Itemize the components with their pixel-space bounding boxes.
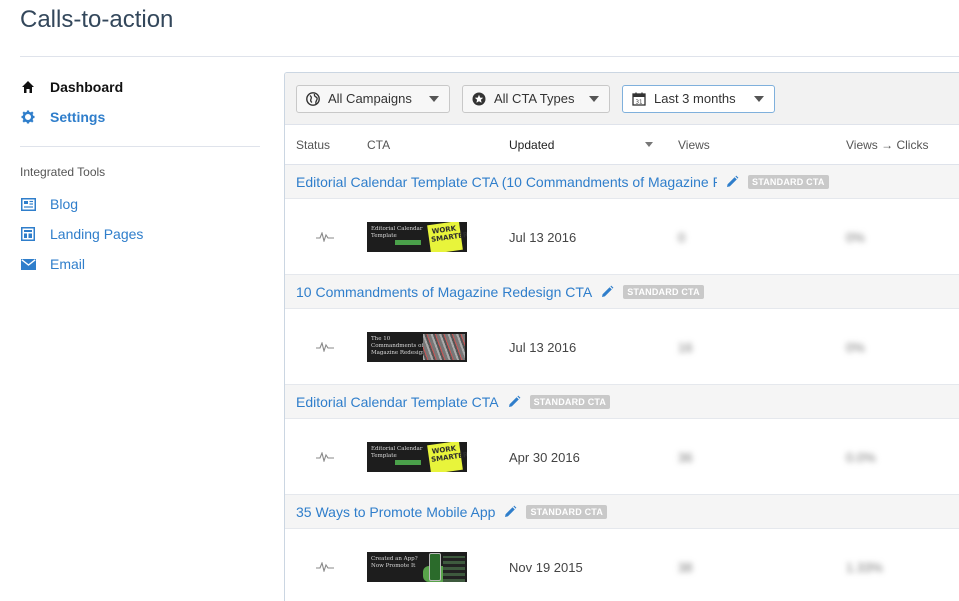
standard-cta-badge: STANDARD CTA <box>623 284 704 299</box>
chevron-down-icon <box>754 95 764 102</box>
sidebar-item-label: Landing Pages <box>50 226 144 242</box>
thumbnail-shelf <box>443 556 465 582</box>
pencil-icon[interactable] <box>600 285 614 299</box>
thumbnail-note: WORK SMARTER <box>427 442 467 472</box>
thumbnail-accent <box>395 460 421 465</box>
views-count: 36 <box>678 450 693 465</box>
sidebar-item-settings[interactable]: Settings <box>20 102 260 132</box>
table-row: The 10 Commandments of Magazine Redesign… <box>285 309 959 385</box>
cta-thumbnail[interactable]: Created an App? Now Promote It <box>367 552 467 582</box>
globe-icon <box>306 91 320 106</box>
updated-date: Nov 19 2015 <box>509 560 583 575</box>
title-divider <box>20 56 959 57</box>
standard-cta-badge: STANDARD CTA <box>748 174 829 189</box>
thumbnail-text: Editorial Calendar Template <box>371 446 423 459</box>
sidebar-item-landing-pages[interactable]: Landing Pages <box>20 219 260 249</box>
thumbnail-accent <box>395 240 421 245</box>
sidebar-item-email[interactable]: Email <box>20 249 260 279</box>
campaigns-dropdown-label: All Campaigns <box>328 91 412 106</box>
sidebar-item-label: Dashboard <box>50 79 124 95</box>
cta-thumbnail[interactable]: The 10 Commandments of Magazine Redesign <box>367 332 467 362</box>
home-icon <box>20 79 36 95</box>
chevron-down-icon <box>429 95 439 102</box>
standard-cta-badge: STANDARD CTA <box>526 504 608 519</box>
page-title: Calls-to-action <box>20 6 174 33</box>
views-count: 38 <box>678 560 693 575</box>
star-badge-icon <box>472 92 486 106</box>
sidebar: Dashboard Settings Integrated Tools Blog… <box>20 72 260 279</box>
table-row: Editorial Calendar Template WORK SMARTER… <box>285 199 959 275</box>
activity-icon <box>316 342 334 352</box>
updated-date: Jul 13 2016 <box>509 230 577 245</box>
views-count: 0 <box>678 230 686 245</box>
column-header-cta[interactable]: CTA <box>367 138 390 152</box>
views-clicks-rate: 0.0% <box>846 450 876 465</box>
updated-date: Jul 13 2016 <box>509 340 577 355</box>
blog-icon <box>20 196 36 212</box>
cta-name-link[interactable]: 35 Ways to Promote Mobile App <box>296 504 495 520</box>
views-clicks-rate: 0% <box>846 340 865 355</box>
views-count: 16 <box>678 340 693 355</box>
sidebar-item-label: Blog <box>50 196 79 212</box>
cta-thumbnail[interactable]: Editorial Calendar Template WORK SMARTER <box>367 222 467 252</box>
date-range-dropdown-label: Last 3 months <box>654 91 736 106</box>
thumbnail-text: Editorial Calendar Template <box>371 226 423 239</box>
tools-heading: Integrated Tools <box>20 165 106 179</box>
phone-graphic <box>429 553 441 581</box>
standard-cta-badge: STANDARD CTA <box>529 394 611 409</box>
campaigns-dropdown[interactable]: All Campaigns <box>296 84 450 113</box>
landing-pages-icon <box>20 226 36 242</box>
date-range-dropdown[interactable]: 31 Last 3 months <box>622 84 775 113</box>
sidebar-divider <box>20 146 260 147</box>
views-clicks-rate: 1.33% <box>846 560 883 575</box>
calendar-icon: 31 <box>632 92 646 106</box>
cta-group-header: 35 Ways to Promote Mobile App STANDARD C… <box>285 495 959 529</box>
cta-group-header: 10 Commandments of Magazine Redesign CTA… <box>285 275 959 309</box>
cta-name-link[interactable]: 10 Commandments of Magazine Redesign CTA <box>296 284 592 300</box>
svg-text:31: 31 <box>636 99 643 105</box>
cta-group-header: Editorial Calendar Template CTA (10 Comm… <box>285 165 959 199</box>
filter-bar: All Campaigns All CTA Types 31 Last 3 mo… <box>285 73 959 125</box>
activity-icon <box>316 452 334 462</box>
gear-icon <box>20 109 36 125</box>
thumbnail-text: Created an App? Now Promote It <box>371 556 418 569</box>
updated-date: Apr 30 2016 <box>509 450 580 465</box>
sidebar-item-blog[interactable]: Blog <box>20 189 260 219</box>
cta-group-header: Editorial Calendar Template CTA STANDARD… <box>285 385 959 419</box>
cta-name-link[interactable]: Editorial Calendar Template CTA (10 Comm… <box>296 174 717 190</box>
sort-descending-icon[interactable] <box>645 142 653 147</box>
column-header-views-clicks[interactable]: Views → Clicks <box>846 138 928 152</box>
sidebar-item-dashboard[interactable]: Dashboard <box>20 72 260 102</box>
thumbnail-text: The 10 Commandments of Magazine Redesign <box>371 336 426 356</box>
chevron-down-icon <box>589 95 599 102</box>
cta-types-dropdown[interactable]: All CTA Types <box>462 84 610 113</box>
pencil-icon[interactable] <box>507 395 521 409</box>
pencil-icon[interactable] <box>503 505 517 519</box>
column-header-views[interactable]: Views <box>678 138 710 152</box>
table-header: Status CTA Updated Views Views → Clicks <box>285 125 959 165</box>
table-row: Created an App? Now Promote It Nov 19 20… <box>285 529 959 601</box>
sidebar-item-label: Email <box>50 256 86 272</box>
views-clicks-rate: 0% <box>846 230 865 245</box>
thumbnail-graphic <box>423 334 465 360</box>
column-header-updated[interactable]: Updated <box>509 138 554 152</box>
thumbnail-note: WORK SMARTER <box>427 222 467 252</box>
envelope-icon <box>20 256 36 272</box>
table-row: Editorial Calendar Template WORK SMARTER… <box>285 419 959 495</box>
sidebar-item-label: Settings <box>50 109 106 125</box>
activity-icon <box>316 562 334 572</box>
cta-table-panel: All Campaigns All CTA Types 31 Last 3 mo… <box>284 72 959 601</box>
cta-thumbnail[interactable]: Editorial Calendar Template WORK SMARTER <box>367 442 467 472</box>
cta-types-dropdown-label: All CTA Types <box>494 91 575 106</box>
cta-name-link[interactable]: Editorial Calendar Template CTA <box>296 394 499 410</box>
column-header-status[interactable]: Status <box>296 138 330 152</box>
activity-icon <box>316 232 334 242</box>
pencil-icon[interactable] <box>725 175 739 189</box>
